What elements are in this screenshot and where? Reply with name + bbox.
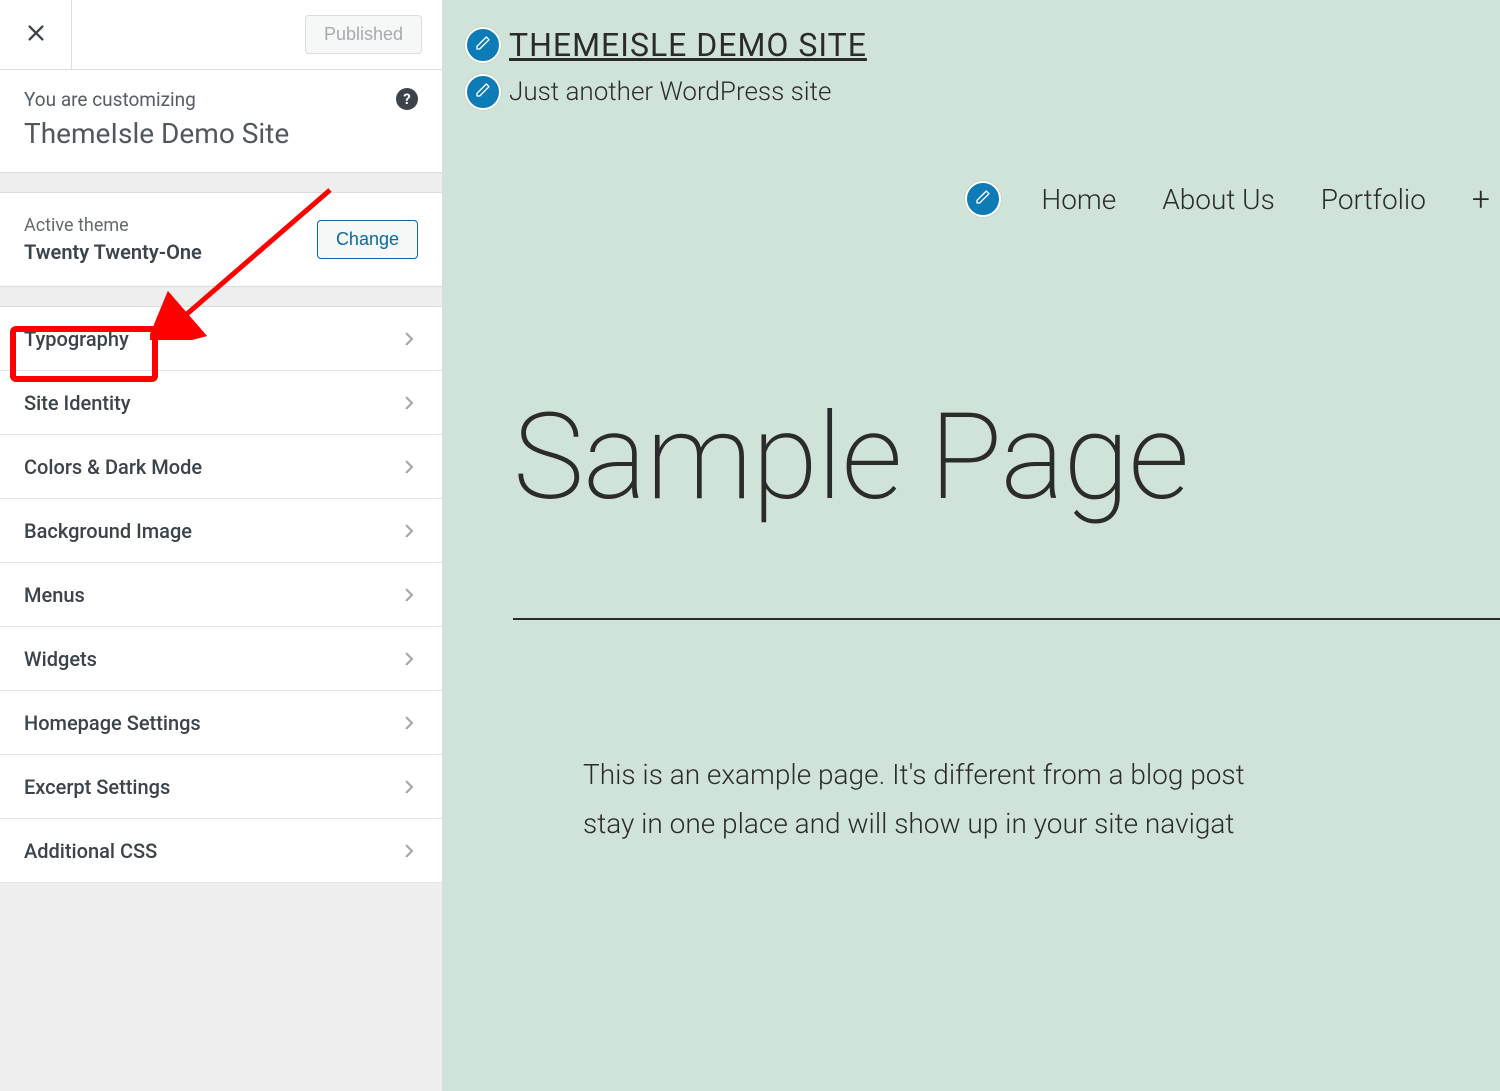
menu-item-menus[interactable]: Menus [0,563,442,627]
active-theme-name: Twenty Twenty-One [24,240,202,264]
chevron-right-icon [400,714,418,732]
publish-button[interactable]: Published [305,15,422,54]
customizer-top-bar: Published [0,0,442,70]
menu-item-site-identity[interactable]: Site Identity [0,371,442,435]
chevron-right-icon [400,330,418,348]
chevron-right-icon [400,586,418,604]
edit-shortcut-tagline[interactable] [465,74,501,110]
preview-page-title: Sample Page [443,388,1500,528]
site-title-row: THEMEISLE DEMO SITE [465,26,1500,64]
menu-item-label: Menus [24,583,85,607]
edit-shortcut-nav[interactable] [965,181,1001,217]
pencil-icon [975,189,991,209]
chevron-right-icon [400,650,418,668]
menu-item-colors-dark-mode[interactable]: Colors & Dark Mode [0,435,442,499]
body-line: This is an example page. It's different … [583,750,1500,799]
pencil-icon [475,82,491,102]
active-theme-label: Active theme [24,215,202,236]
preview-site-header: THEMEISLE DEMO SITE Just another WordPre… [443,0,1500,110]
site-name-title: ThemeIsle Demo Site [24,117,418,150]
menu-item-label: Colors & Dark Mode [24,455,202,479]
spacer [0,287,442,307]
menu-item-label: Site Identity [24,391,131,415]
chevron-right-icon [400,842,418,860]
spacer [0,173,442,193]
nav-more-toggle[interactable]: + [1472,180,1490,218]
menu-item-label: Excerpt Settings [24,775,170,799]
preview-body-text: This is an example page. It's different … [443,750,1500,848]
edit-shortcut-site-title[interactable] [465,27,501,63]
menu-item-additional-css[interactable]: Additional CSS [0,819,442,883]
close-button[interactable] [0,0,72,70]
customizer-intro: You are customizing ThemeIsle Demo Site … [0,70,442,173]
site-tagline: Just another WordPress site [509,77,831,107]
menu-item-homepage-settings[interactable]: Homepage Settings [0,691,442,755]
site-tagline-row: Just another WordPress site [465,74,1500,110]
site-title-link[interactable]: THEMEISLE DEMO SITE [509,26,867,64]
menu-item-widgets[interactable]: Widgets [0,627,442,691]
help-icon[interactable]: ? [396,88,418,110]
menu-item-label: Typography [24,327,129,351]
nav-link-portfolio[interactable]: Portfolio [1321,183,1426,216]
live-preview: THEMEISLE DEMO SITE Just another WordPre… [443,0,1500,1091]
pencil-icon [475,35,491,55]
body-line: stay in one place and will show up in yo… [583,799,1500,848]
preview-primary-nav: Home About Us Portfolio + [443,180,1500,218]
chevron-right-icon [400,458,418,476]
chevron-right-icon [400,394,418,412]
close-icon [25,22,47,48]
menu-item-typography[interactable]: Typography [0,307,442,371]
menu-item-label: Background Image [24,519,192,543]
active-theme-row: Active theme Twenty Twenty-One Change [0,193,442,287]
customizing-label: You are customizing [24,88,418,111]
nav-link-home[interactable]: Home [1041,183,1116,216]
nav-link-about-us[interactable]: About Us [1162,183,1275,216]
customizer-menu: Typography Site Identity Colors & Dark M… [0,307,442,883]
divider [513,618,1500,620]
chevron-right-icon [400,522,418,540]
change-theme-button[interactable]: Change [317,220,418,259]
menu-item-label: Additional CSS [24,839,157,863]
menu-item-label: Widgets [24,647,97,671]
menu-item-background-image[interactable]: Background Image [0,499,442,563]
customizer-sidebar: Published You are customizing ThemeIsle … [0,0,443,1091]
chevron-right-icon [400,778,418,796]
menu-item-label: Homepage Settings [24,711,201,735]
menu-item-excerpt-settings[interactable]: Excerpt Settings [0,755,442,819]
